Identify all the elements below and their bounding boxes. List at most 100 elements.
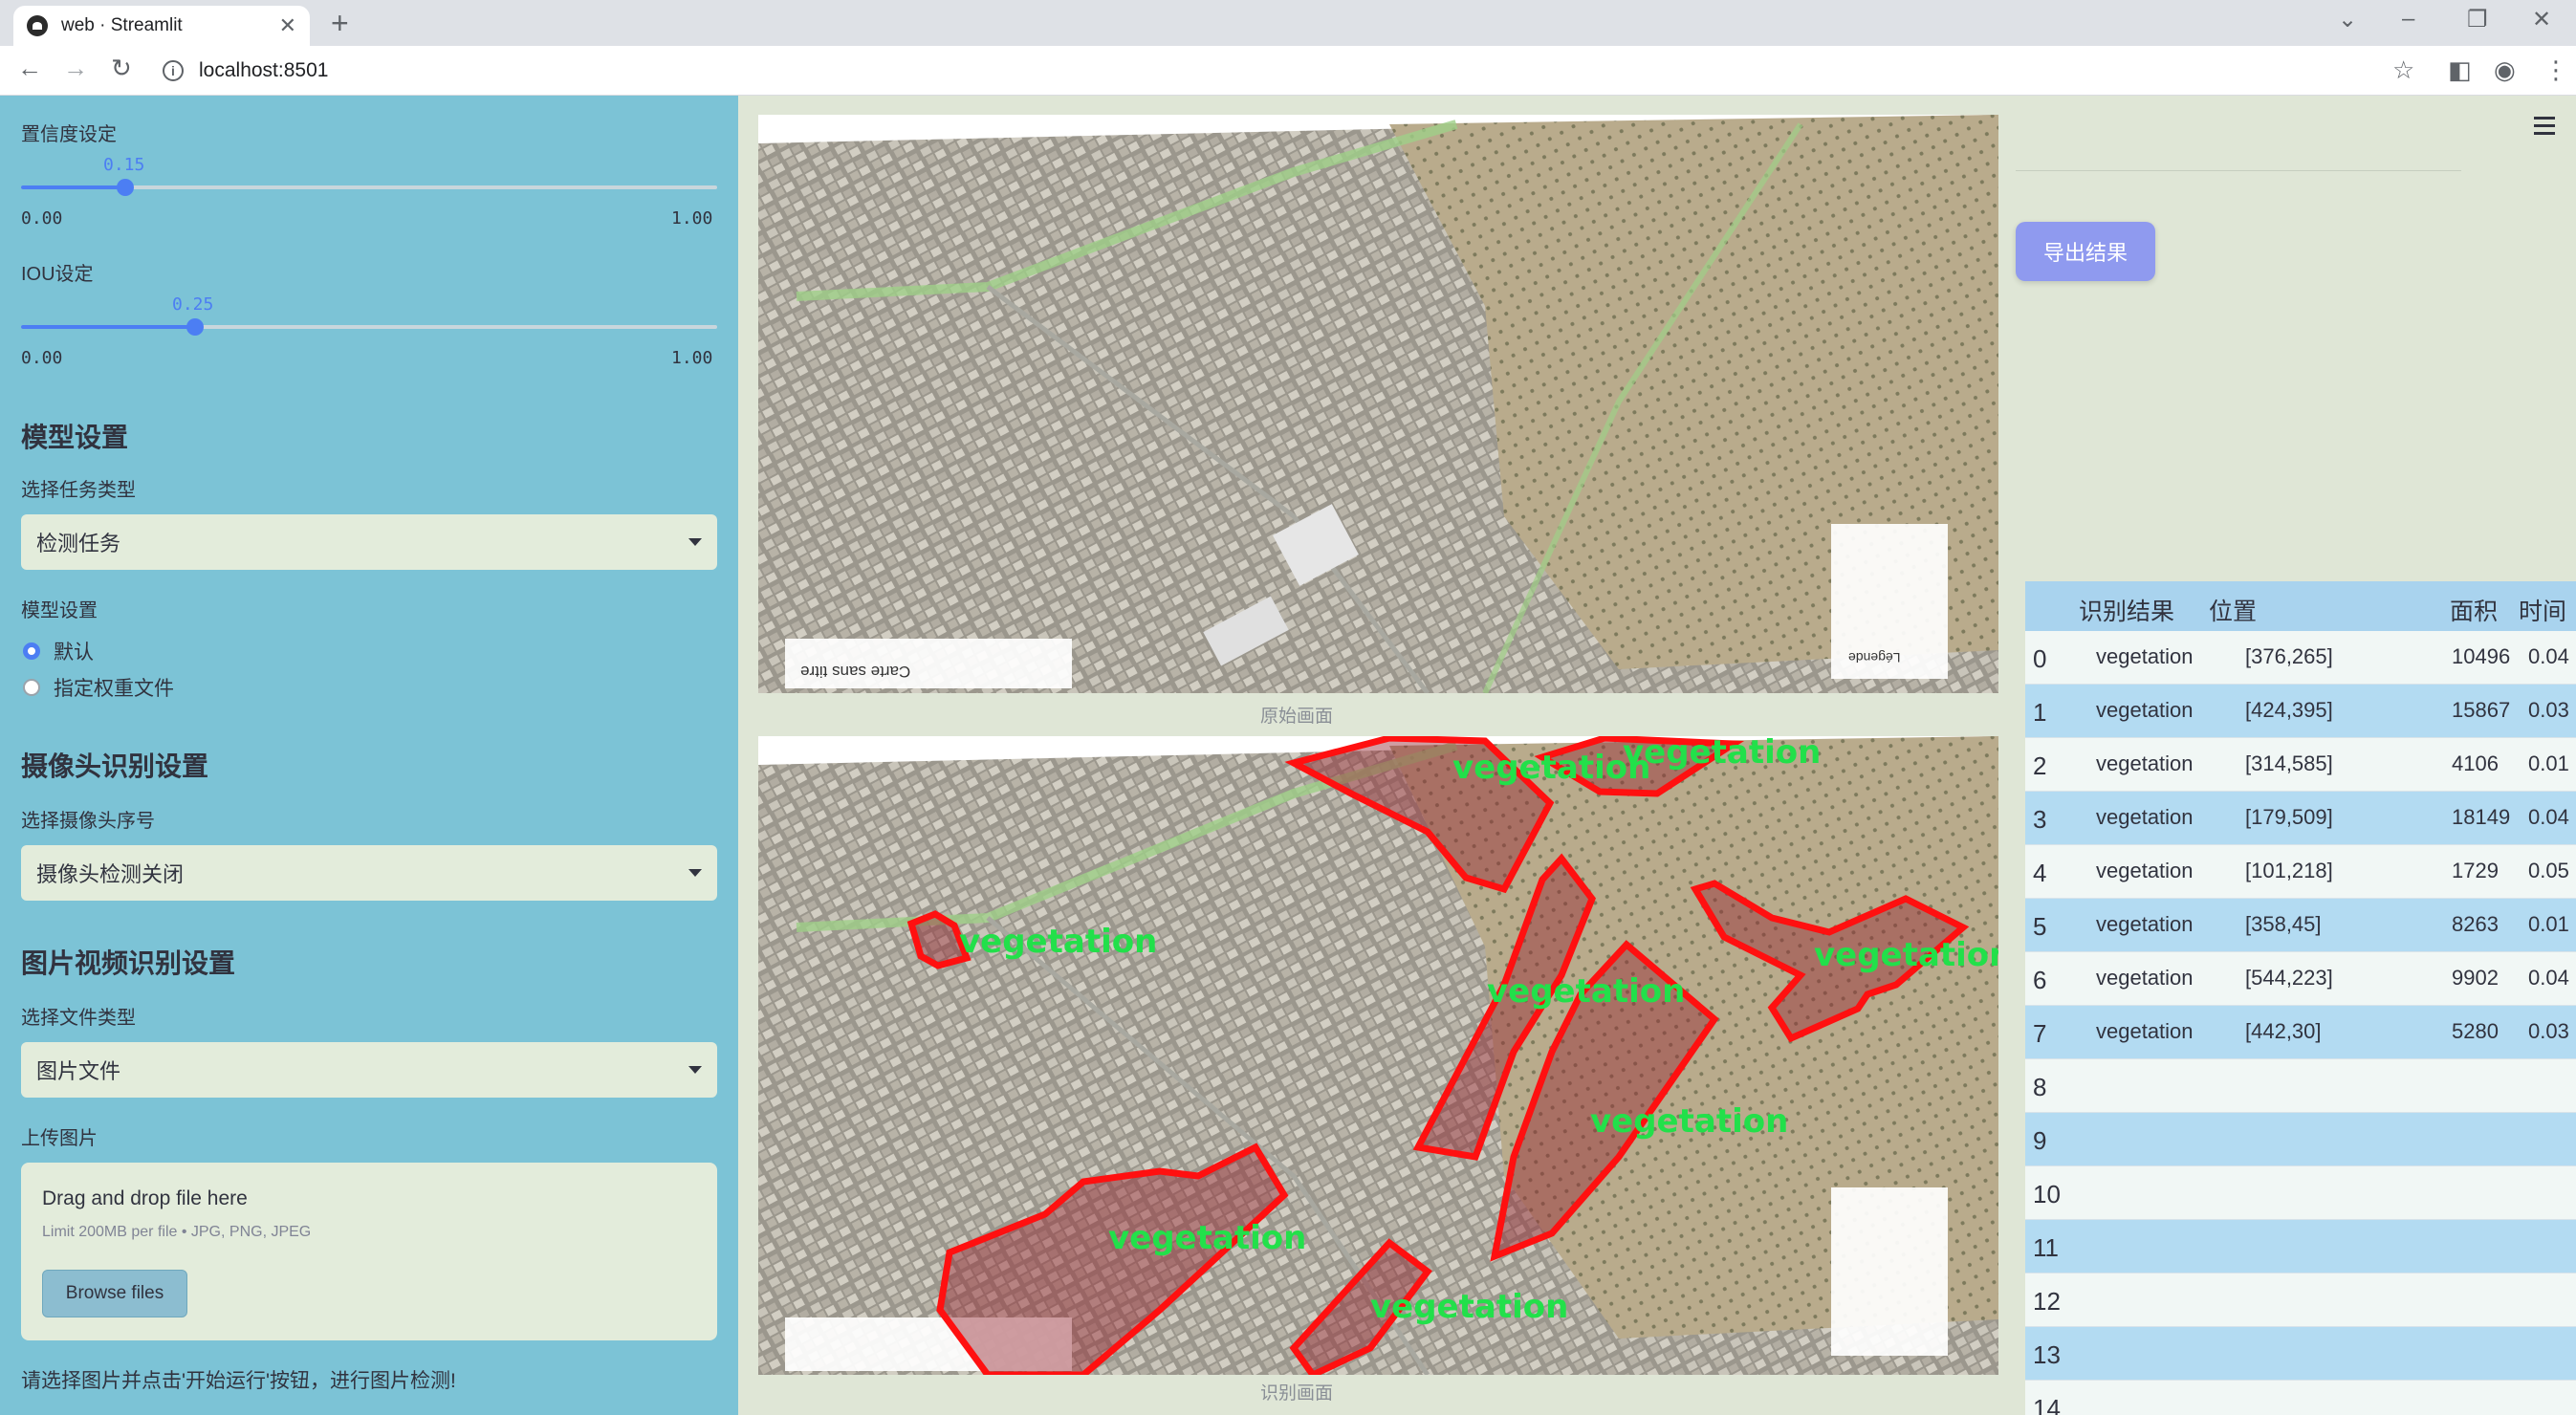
radio-selected-icon[interactable]	[23, 642, 40, 660]
detection-label: vegetation	[1814, 936, 1998, 974]
tab-title: web · Streamlit	[61, 15, 183, 35]
file-type-value: 图片文件	[36, 1059, 121, 1083]
table-row[interactable]: 9	[2025, 1113, 2576, 1166]
table-row[interactable]: 4 vegetation [101,218] 1729 0.05	[2025, 845, 2576, 899]
file-type-select[interactable]: 图片文件	[21, 1042, 717, 1098]
confidence-slider-thumb[interactable]	[117, 179, 135, 196]
results-table-header: 识别结果 位置 面积 时间	[2025, 581, 2576, 631]
camera-select-value: 摄像头检测关闭	[36, 862, 185, 886]
iou-value: 0.25	[172, 294, 214, 315]
radio-custom-weights[interactable]: 指定权重文件	[23, 673, 174, 702]
table-row[interactable]: 5 vegetation [358,45] 8263 0.01	[2025, 899, 2576, 952]
col-header-position[interactable]: 位置	[2209, 593, 2257, 627]
iou-slider-thumb[interactable]	[186, 318, 204, 336]
upload-label: 上传图片	[21, 1128, 98, 1149]
site-info-icon[interactable]: i	[163, 60, 184, 81]
detection-result-image: vegetation vegetation vegetation vegetat…	[758, 736, 1998, 1375]
media-section-heading: 图片视频识别设置	[21, 948, 236, 978]
url-field[interactable]: i localhost:8501	[163, 52, 2362, 90]
divider	[2016, 170, 2461, 171]
tab-search-icon[interactable]: ⌄	[2338, 6, 2357, 33]
row-result: vegetation	[2096, 1019, 2194, 1043]
row-index: 1	[2033, 698, 2047, 727]
detection-label: vegetation	[1452, 749, 1650, 787]
row-index: 11	[2033, 1233, 2059, 1262]
close-window-icon[interactable]: ✕	[2532, 6, 2551, 33]
row-area: 15867	[2452, 698, 2511, 722]
camera-index-label: 选择摄像头序号	[21, 811, 155, 832]
row-result: vegetation	[2096, 912, 2194, 936]
chevron-down-icon	[688, 869, 702, 877]
detection-label: vegetation	[1108, 1219, 1306, 1257]
table-row[interactable]: 6 vegetation [544,223] 9902 0.04	[2025, 952, 2576, 1006]
minimize-icon[interactable]: –	[2402, 6, 2414, 33]
col-header-area[interactable]: 面积	[2450, 593, 2498, 627]
chevron-down-icon	[688, 1066, 702, 1074]
detection-label: vegetation	[1487, 972, 1685, 1011]
table-row[interactable]: 7 vegetation [442,30] 5280 0.03	[2025, 1006, 2576, 1059]
row-result: vegetation	[2096, 859, 2194, 882]
table-row[interactable]: 10	[2025, 1166, 2576, 1220]
profile-icon[interactable]: ◉	[2494, 55, 2516, 85]
confidence-max: 1.00	[671, 208, 713, 229]
table-row[interactable]: 3 vegetation [179,509] 18149 0.04	[2025, 792, 2576, 845]
task-type-select[interactable]: 检测任务	[21, 514, 717, 570]
browse-files-button[interactable]: Browse files	[42, 1270, 187, 1317]
back-icon[interactable]: ←	[17, 54, 42, 83]
table-row[interactable]: 8	[2025, 1059, 2576, 1113]
map-title: Carte sans titre	[800, 663, 911, 681]
table-row[interactable]: 14	[2025, 1381, 2576, 1415]
browser-tab-bar: web · Streamlit ✕ + ⌄ – ❐ ✕	[0, 0, 2576, 46]
confidence-value: 0.15	[103, 155, 145, 175]
table-row[interactable]: 2 vegetation [314,585] 4106 0.01	[2025, 738, 2576, 792]
browser-tab[interactable]: web · Streamlit ✕	[13, 6, 310, 46]
reload-icon[interactable]: ↻	[111, 54, 132, 83]
file-dropzone[interactable]: Drag and drop file here Limit 200MB per …	[21, 1163, 717, 1340]
export-results-button[interactable]: 导出结果	[2016, 222, 2155, 281]
result-image-caption: 识别画面	[1260, 1383, 1334, 1404]
sidebar-hint: 请选择图片并点击'开始运行'按钮，进行图片检测!	[21, 1370, 456, 1392]
row-area: 9902	[2452, 966, 2499, 990]
row-index: 12	[2033, 1287, 2061, 1316]
row-index: 4	[2033, 859, 2047, 887]
row-position: [358,45]	[2245, 912, 2322, 936]
model-setting-label: 模型设置	[21, 600, 98, 621]
map-legend-title: Légende	[1848, 650, 1901, 665]
radio-default[interactable]: 默认	[23, 637, 94, 665]
row-index: 10	[2033, 1180, 2061, 1208]
bookmark-star-icon[interactable]: ☆	[2392, 55, 2414, 85]
table-row[interactable]: 12	[2025, 1274, 2576, 1327]
iou-max: 1.00	[671, 348, 713, 368]
task-type-label: 选择任务类型	[21, 480, 136, 501]
row-index: 3	[2033, 805, 2047, 834]
row-area: 4106	[2452, 751, 2499, 775]
table-row[interactable]: 0 vegetation [376,265] 10496 0.04	[2025, 631, 2576, 685]
col-header-result[interactable]: 识别结果	[2079, 593, 2174, 627]
row-area: 5280	[2452, 1019, 2499, 1043]
table-row[interactable]: 1 vegetation [424,395] 15867 0.03	[2025, 685, 2576, 738]
new-tab-button[interactable]: +	[331, 6, 349, 41]
side-panel-icon[interactable]: ◧	[2448, 55, 2472, 85]
iou-slider[interactable]	[21, 318, 717, 336]
iou-label: IOU设定	[21, 264, 94, 285]
close-tab-icon[interactable]: ✕	[279, 13, 296, 38]
table-row[interactable]: 13	[2025, 1327, 2576, 1381]
row-result: vegetation	[2096, 751, 2194, 775]
radio-unselected-icon[interactable]	[23, 679, 40, 696]
task-type-value: 检测任务	[36, 532, 121, 555]
confidence-slider[interactable]	[21, 179, 717, 196]
hamburger-menu-icon[interactable]	[2534, 117, 2555, 140]
camera-select[interactable]: 摄像头检测关闭	[21, 845, 717, 901]
detection-label: vegetation	[1590, 1102, 1788, 1141]
row-position: [442,30]	[2245, 1019, 2322, 1043]
forward-icon[interactable]: →	[63, 54, 88, 83]
dropzone-limit: Limit 200MB per file • JPG, PNG, JPEG	[42, 1224, 312, 1240]
model-section-heading: 模型设置	[21, 423, 129, 452]
row-position: [179,509]	[2245, 805, 2333, 829]
restore-icon[interactable]: ❐	[2467, 6, 2488, 33]
confidence-label: 置信度设定	[21, 124, 117, 145]
browser-menu-icon[interactable]: ⋮	[2543, 55, 2568, 85]
table-row[interactable]: 11	[2025, 1220, 2576, 1274]
file-type-label: 选择文件类型	[21, 1008, 136, 1029]
col-header-time[interactable]: 时间	[2519, 593, 2566, 627]
